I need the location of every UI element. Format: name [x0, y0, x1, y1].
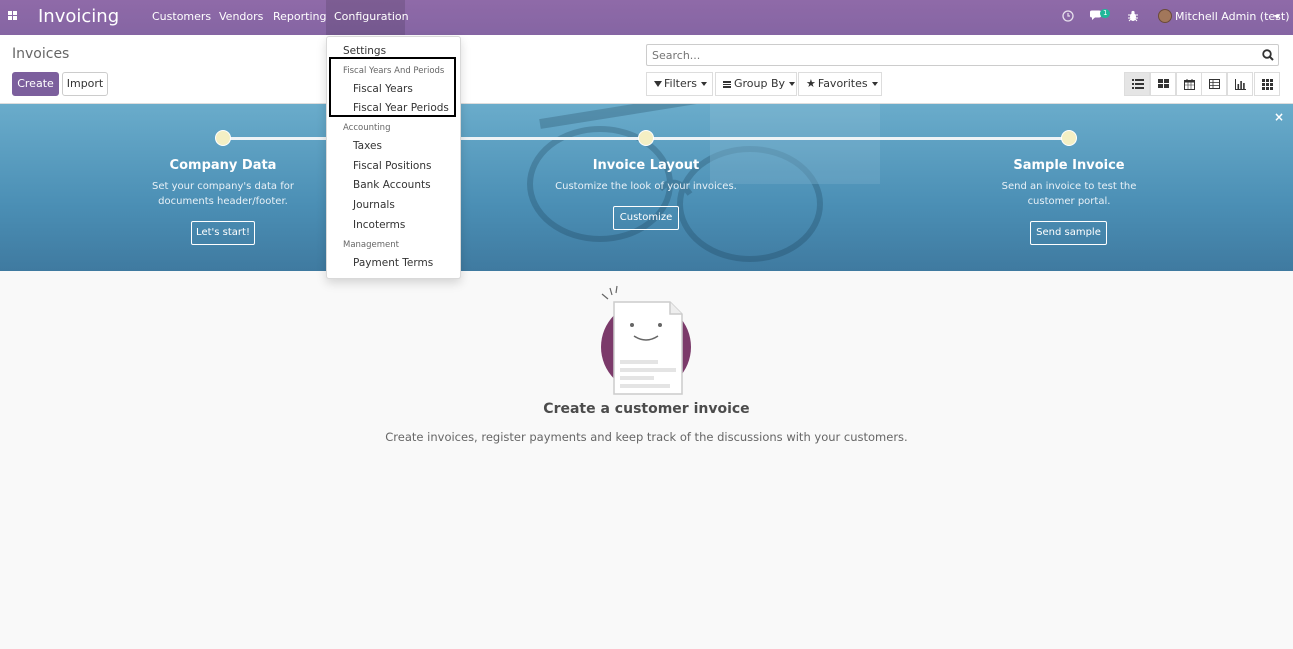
highlight-annotation-box: [329, 57, 456, 117]
step-description: Customize the look of your invoices.: [555, 181, 737, 192]
filters-label: Filters: [664, 77, 697, 90]
list-view-icon: [1132, 79, 1144, 89]
lets-start-button[interactable]: Let's start!: [191, 221, 255, 245]
activity-clock-icon[interactable]: [1062, 9, 1074, 25]
step-dot-layout: [638, 130, 654, 146]
step-title: Invoice Layout: [592, 158, 700, 173]
app-title[interactable]: Invoicing: [38, 6, 119, 27]
user-caret-icon[interactable]: [1274, 15, 1280, 19]
search-box: [646, 44, 1279, 66]
chat-count-badge: 1: [1100, 9, 1111, 18]
group-by-label: Group By: [734, 77, 786, 90]
menu-item-payment-terms[interactable]: Payment Terms: [353, 257, 433, 269]
menu-item-taxes[interactable]: Taxes: [353, 140, 382, 152]
filters-button[interactable]: Filters: [646, 72, 713, 96]
menu-customers[interactable]: Customers: [144, 0, 219, 35]
menu-reporting[interactable]: Reporting: [265, 0, 334, 35]
favorites-button[interactable]: ★ Favorites: [798, 72, 882, 96]
customize-button[interactable]: Customize: [613, 206, 679, 230]
grid-view-icon: [1262, 79, 1273, 90]
step-dot-sample: [1061, 130, 1077, 146]
step-invoice-layout: Invoice Layout Customize the look of you…: [546, 158, 746, 194]
kanban-view-button[interactable]: [1150, 72, 1176, 96]
send-sample-button[interactable]: Send sample: [1030, 221, 1107, 245]
search-input[interactable]: [647, 45, 1247, 65]
step-title: Sample Invoice: [1013, 158, 1125, 173]
top-navbar: Invoicing Customers Vendors Reporting Co…: [0, 0, 1293, 35]
menu-item-incoterms[interactable]: Incoterms: [353, 219, 405, 231]
step-company-data: Company Data Set your company's data for…: [123, 158, 323, 209]
list-view-button[interactable]: [1124, 72, 1150, 96]
kanban-view-icon: [1158, 79, 1169, 88]
menu-configuration[interactable]: Configuration: [326, 0, 409, 35]
pivot-view-icon: [1209, 79, 1220, 89]
create-button[interactable]: Create: [12, 72, 59, 96]
pivot-view-button[interactable]: [1201, 72, 1227, 96]
control-panel: Invoices Create Import Filters Group By …: [0, 35, 1293, 104]
breadcrumb-title: Invoices: [12, 46, 70, 62]
step-title: Company Data: [169, 158, 277, 173]
messaging-icon[interactable]: 1: [1089, 9, 1111, 25]
graph-view-icon: [1235, 79, 1246, 90]
step-description: documents header/footer.: [158, 196, 288, 207]
empty-state-text: Create invoices, register payments and k…: [385, 430, 908, 444]
calendar-view-icon: [1184, 79, 1195, 90]
empty-invoice-illustration: [601, 285, 691, 395]
menu-header-management: Management: [343, 240, 399, 250]
group-by-button[interactable]: Group By: [715, 72, 797, 96]
close-banner-icon[interactable]: ×: [1274, 110, 1284, 124]
grid-view-button[interactable]: [1254, 72, 1280, 96]
user-avatar[interactable]: [1158, 9, 1172, 23]
favorites-caret-icon: [871, 82, 878, 86]
user-menu[interactable]: Mitchell Admin (test): [1175, 10, 1290, 23]
group-by-caret-icon: [789, 82, 796, 86]
calendar-view-button[interactable]: [1176, 72, 1202, 96]
menu-item-journals[interactable]: Journals: [353, 199, 395, 211]
menu-item-settings[interactable]: Settings: [343, 45, 386, 57]
import-button[interactable]: Import: [62, 72, 108, 96]
list-bars-icon: [723, 80, 731, 88]
step-description: customer portal.: [1027, 196, 1111, 207]
filters-caret-icon: [700, 82, 707, 86]
step-sample-invoice: Sample Invoice Send an invoice to test t…: [969, 158, 1169, 209]
step-dot-company: [215, 130, 231, 146]
debug-bug-icon[interactable]: [1127, 9, 1139, 25]
menu-vendors[interactable]: Vendors: [211, 0, 271, 35]
apps-menu-icon[interactable]: [8, 11, 17, 20]
graph-view-button[interactable]: [1227, 72, 1253, 96]
filter-icon: [654, 81, 662, 87]
onboarding-banner: Company Data Set your company's data for…: [0, 104, 1293, 271]
menu-item-fiscal-positions[interactable]: Fiscal Positions: [353, 160, 431, 172]
search-icon[interactable]: [1262, 49, 1274, 61]
step-description: Set your company's data for: [152, 181, 294, 192]
menu-header-accounting: Accounting: [343, 123, 391, 133]
menu-item-bank-accounts[interactable]: Bank Accounts: [353, 179, 431, 191]
step-description: Send an invoice to test the: [1001, 181, 1137, 192]
star-icon: ★: [806, 77, 816, 90]
empty-state-title: Create a customer invoice: [543, 401, 750, 417]
favorites-label: Favorites: [817, 77, 868, 90]
